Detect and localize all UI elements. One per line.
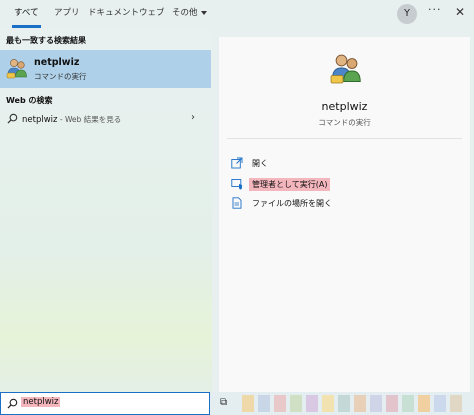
taskbar-app-icon[interactable] (386, 395, 398, 412)
detail-title: netplwiz (321, 100, 368, 113)
file-location-icon (232, 197, 242, 209)
taskbar-app-icon[interactable] (242, 395, 254, 412)
users-app-icon (330, 54, 361, 84)
search-icon (7, 113, 18, 124)
taskbar-app-icon[interactable] (274, 395, 286, 412)
detail-divider (227, 138, 462, 139)
run-as-admin-label: 管理者として実行(A) (249, 178, 331, 191)
taskbar-search-box[interactable]: netplwiz (0, 392, 210, 415)
open-icon (231, 157, 243, 169)
results-list: 最も一致する検索結果 netplwiz コマンドの実行 Web の検索 netp… (0, 30, 212, 392)
taskbar-app-icon[interactable] (402, 395, 414, 412)
web-search-item[interactable]: netplwiz - Web 結果を見る › (0, 109, 211, 129)
chevron-down-icon (200, 10, 207, 15)
avatar[interactable]: Y (397, 4, 417, 24)
web-search-text: netplwiz - Web 結果を見る (22, 114, 121, 125)
best-match-subtitle: コマンドの実行 (34, 72, 87, 81)
taskbar-app-icon[interactable] (258, 395, 270, 412)
detail-subtitle: コマンドの実行 (318, 118, 371, 127)
tab-more-label: その他 (172, 8, 198, 18)
tab-all[interactable]: すべて (12, 0, 41, 30)
search-panel: すべて アプリ ドキュメント ウェブ その他 Y ··· ✕ 最も一致する検索結… (0, 0, 474, 392)
task-view-icon[interactable]: ⧉ (220, 397, 227, 408)
tab-apps[interactable]: アプリ (54, 0, 80, 30)
users-app-icon (6, 59, 27, 79)
tab-documents[interactable]: ドキュメント (88, 0, 139, 30)
taskbar-app-icon[interactable] (434, 395, 446, 412)
taskbar-app-icon[interactable] (418, 395, 430, 412)
tab-more[interactable]: その他 (172, 0, 207, 30)
search-icon (7, 398, 18, 409)
open-label: 開く (252, 159, 268, 168)
taskbar-app-icon[interactable] (322, 395, 334, 412)
file-location-label: ファイルの場所を開く (252, 199, 332, 208)
run-as-admin-icon (231, 179, 242, 190)
taskbar: netplwiz ⧉ (0, 392, 474, 415)
tab-web[interactable]: ウェブ (139, 0, 165, 30)
web-search-query: netplwiz (22, 115, 58, 125)
taskbar-app-icon[interactable] (450, 395, 462, 412)
close-icon[interactable]: ✕ (455, 5, 465, 19)
more-options-icon[interactable]: ··· (428, 3, 442, 16)
taskbar-app-icon[interactable] (306, 395, 318, 412)
web-search-heading: Web の検索 (6, 96, 53, 105)
detail-pane: netplwiz コマンドの実行 開く 管理者として実行(A) ファイルの場所を (219, 37, 470, 392)
best-match-heading: 最も一致する検索結果 (6, 36, 86, 45)
web-search-suffix: - Web 結果を見る (57, 115, 122, 124)
taskbar-app-icon[interactable] (370, 395, 382, 412)
taskbar-app-icon[interactable] (354, 395, 366, 412)
chevron-right-icon[interactable]: › (191, 112, 195, 123)
taskbar-app-icon[interactable] (290, 395, 302, 412)
search-tabs: すべて アプリ ドキュメント ウェブ その他 Y ··· ✕ (0, 0, 474, 30)
best-match-item[interactable]: netplwiz コマンドの実行 (0, 50, 211, 88)
taskbar-app-icon[interactable] (338, 395, 350, 412)
taskbar-search-input[interactable]: netplwiz (21, 397, 61, 407)
best-match-title: netplwiz (34, 57, 80, 68)
